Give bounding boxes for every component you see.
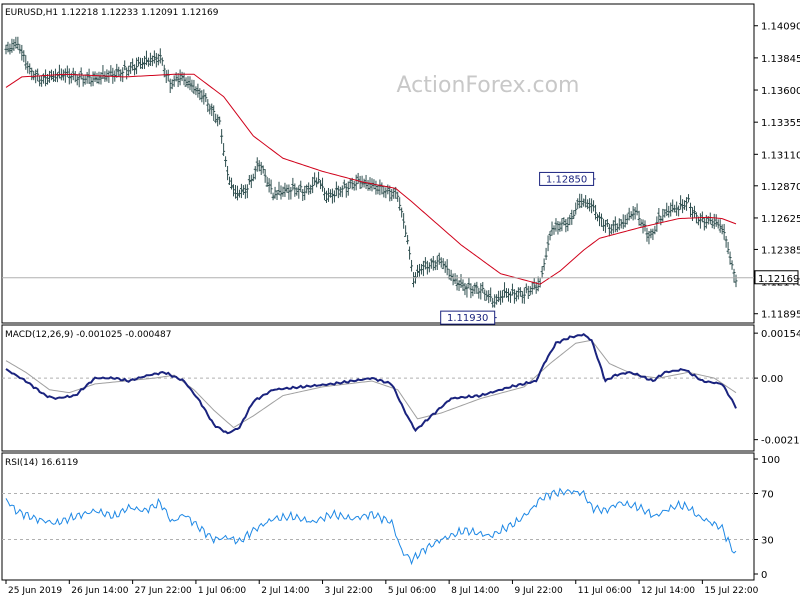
- macd-main-line: [5, 332, 737, 435]
- price-pane-frame: [1, 3, 755, 324]
- macd-y-tick-label: 0.001546: [761, 329, 800, 340]
- x-tick-label: 27 Jun 22:00: [135, 586, 192, 596]
- x-tick-label: 2 Jul 14:00: [261, 586, 310, 596]
- watermark: ActionForex.com: [397, 73, 580, 98]
- x-tick-label: 5 Jul 06:00: [388, 586, 437, 596]
- macd-pane-title: MACD(12,26,9) -0.001025 -0.000487: [5, 330, 171, 340]
- macd-signal-line: [5, 339, 737, 429]
- rsi-y-tick-label: 30: [761, 536, 774, 547]
- x-tick-label: 11 Jul 06:00: [578, 586, 632, 596]
- price-annotation-label: 1.12850: [546, 174, 587, 185]
- macd-y-tick-label: -0.002116: [761, 436, 800, 447]
- price-y-tick-label: 1.13355: [761, 118, 800, 129]
- x-tick-label: 25 Jun 2019: [8, 586, 62, 596]
- price-annotation-label: 1.11930: [447, 313, 488, 324]
- rsi-y-tick-label: 100: [761, 455, 780, 466]
- price-y-tick-label: 1.13845: [761, 54, 800, 65]
- rsi-pane-title: RSI(14) 16.6119: [5, 458, 78, 468]
- price-y-tick-label: 1.12625: [761, 214, 800, 225]
- x-tick-label: 15 Jul 22:00: [704, 586, 758, 596]
- rsi-y-tick-label: 70: [761, 490, 774, 501]
- macd-y-tick-label: 0.00: [761, 374, 783, 385]
- x-tick-label: 3 Jul 22:00: [325, 586, 374, 596]
- x-tick-label: 26 Jun 14:00: [71, 586, 128, 596]
- moving-average-line: [5, 73, 737, 285]
- x-tick-label: 12 Jul 14:00: [641, 586, 695, 596]
- rsi-line: [5, 487, 737, 566]
- x-tick-label: 1 Jul 06:00: [198, 586, 247, 596]
- price-y-tick-label: 1.13600: [761, 86, 800, 97]
- price-y-tick-label: 1.13110: [761, 150, 800, 161]
- rsi-y-tick-label: 0: [761, 570, 767, 581]
- rsi-pane-frame: [1, 452, 755, 581]
- price-y-tick-label: 1.11895: [761, 310, 800, 321]
- chart-root: 1.14090 1.13845 1.13600 1.13355 1.13110 1.128…: [0, 0, 800, 600]
- price-y-tick-label: 1.12385: [761, 245, 800, 256]
- current-price-label: 1.12169: [758, 274, 799, 285]
- macd-pane-frame: [1, 324, 755, 452]
- price-y-tick-label: 1.14090: [761, 22, 800, 33]
- x-tick-label: 9 Jul 22:00: [514, 586, 563, 596]
- chart-svg: 1.14090 1.13845 1.13600 1.13355 1.13110 1.128…: [1, 3, 800, 596]
- price-pane-title: EURUSD,H1 1.12218 1.12233 1.12091 1.1216…: [5, 8, 219, 18]
- x-tick-label: 8 Jul 14:00: [451, 586, 500, 596]
- price-y-tick-label: 1.12870: [761, 182, 800, 193]
